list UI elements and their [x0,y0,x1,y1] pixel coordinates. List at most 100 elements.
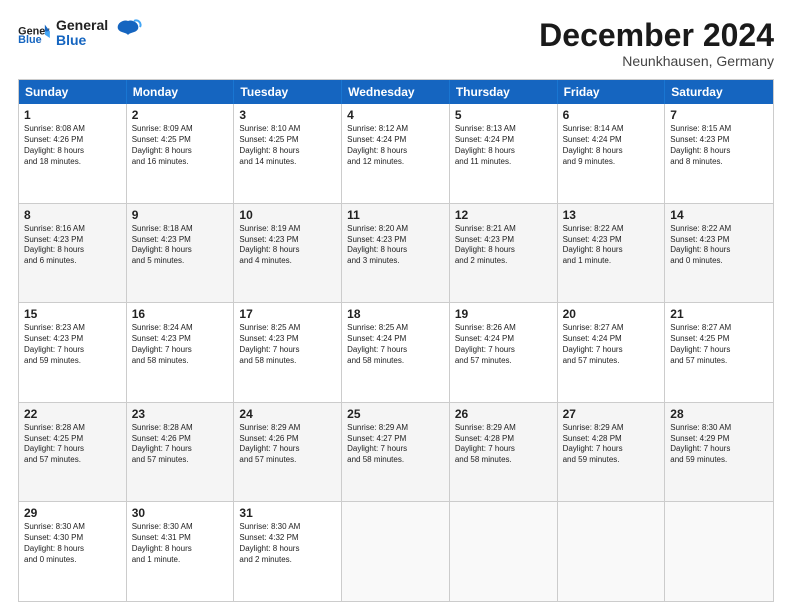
day-29: 29 Sunrise: 8:30 AMSunset: 4:30 PMDaylig… [19,502,127,601]
week-4: 22 Sunrise: 8:28 AMSunset: 4:25 PMDaylig… [19,402,773,502]
day-17: 17 Sunrise: 8:25 AMSunset: 4:23 PMDaylig… [234,303,342,402]
day-info: Sunrise: 8:29 AMSunset: 4:26 PMDaylight:… [239,423,336,466]
day-number: 20 [563,307,660,321]
day-info: Sunrise: 8:08 AMSunset: 4:26 PMDaylight:… [24,124,121,167]
calendar-body: 1 Sunrise: 8:08 AMSunset: 4:26 PMDayligh… [19,104,773,601]
day-number: 11 [347,208,444,222]
week-2: 8 Sunrise: 8:16 AMSunset: 4:23 PMDayligh… [19,203,773,303]
header-friday: Friday [558,80,666,104]
logo-bird-icon [114,17,142,45]
day-24: 24 Sunrise: 8:29 AMSunset: 4:26 PMDaylig… [234,403,342,502]
day-number: 25 [347,407,444,421]
day-number: 5 [455,108,552,122]
day-11: 11 Sunrise: 8:20 AMSunset: 4:23 PMDaylig… [342,204,450,303]
day-13: 13 Sunrise: 8:22 AMSunset: 4:23 PMDaylig… [558,204,666,303]
day-info: Sunrise: 8:30 AMSunset: 4:29 PMDaylight:… [670,423,768,466]
day-27: 27 Sunrise: 8:29 AMSunset: 4:28 PMDaylig… [558,403,666,502]
day-info: Sunrise: 8:28 AMSunset: 4:25 PMDaylight:… [24,423,121,466]
day-info: Sunrise: 8:29 AMSunset: 4:28 PMDaylight:… [563,423,660,466]
header-monday: Monday [127,80,235,104]
day-info: Sunrise: 8:25 AMSunset: 4:24 PMDaylight:… [347,323,444,366]
day-number: 23 [132,407,229,421]
day-number: 3 [239,108,336,122]
day-number: 21 [670,307,768,321]
svg-text:Blue: Blue [18,34,41,43]
calendar-header: Sunday Monday Tuesday Wednesday Thursday… [19,80,773,104]
day-3: 3 Sunrise: 8:10 AMSunset: 4:25 PMDayligh… [234,104,342,203]
day-31: 31 Sunrise: 8:30 AMSunset: 4:32 PMDaylig… [234,502,342,601]
day-20: 20 Sunrise: 8:27 AMSunset: 4:24 PMDaylig… [558,303,666,402]
day-info: Sunrise: 8:10 AMSunset: 4:25 PMDaylight:… [239,124,336,167]
day-4: 4 Sunrise: 8:12 AMSunset: 4:24 PMDayligh… [342,104,450,203]
month-title: December 2024 [539,18,774,53]
day-7: 7 Sunrise: 8:15 AMSunset: 4:23 PMDayligh… [665,104,773,203]
day-info: Sunrise: 8:21 AMSunset: 4:23 PMDaylight:… [455,224,552,267]
empty-cell [558,502,666,601]
day-26: 26 Sunrise: 8:29 AMSunset: 4:28 PMDaylig… [450,403,558,502]
day-number: 28 [670,407,768,421]
day-number: 19 [455,307,552,321]
day-info: Sunrise: 8:27 AMSunset: 4:25 PMDaylight:… [670,323,768,366]
day-9: 9 Sunrise: 8:18 AMSunset: 4:23 PMDayligh… [127,204,235,303]
day-number: 4 [347,108,444,122]
day-number: 29 [24,506,121,520]
day-2: 2 Sunrise: 8:09 AMSunset: 4:25 PMDayligh… [127,104,235,203]
title-block: December 2024 Neunkhausen, Germany [539,18,774,69]
day-info: Sunrise: 8:30 AMSunset: 4:32 PMDaylight:… [239,522,336,565]
header-thursday: Thursday [450,80,558,104]
day-14: 14 Sunrise: 8:22 AMSunset: 4:23 PMDaylig… [665,204,773,303]
day-number: 30 [132,506,229,520]
header-wednesday: Wednesday [342,80,450,104]
header: General Blue General Blue December 2024 … [18,18,774,69]
day-info: Sunrise: 8:09 AMSunset: 4:25 PMDaylight:… [132,124,229,167]
day-19: 19 Sunrise: 8:26 AMSunset: 4:24 PMDaylig… [450,303,558,402]
day-number: 14 [670,208,768,222]
day-6: 6 Sunrise: 8:14 AMSunset: 4:24 PMDayligh… [558,104,666,203]
day-number: 27 [563,407,660,421]
day-number: 18 [347,307,444,321]
day-number: 6 [563,108,660,122]
day-number: 17 [239,307,336,321]
day-info: Sunrise: 8:27 AMSunset: 4:24 PMDaylight:… [563,323,660,366]
day-info: Sunrise: 8:29 AMSunset: 4:28 PMDaylight:… [455,423,552,466]
logo: General Blue General Blue [18,18,142,49]
day-info: Sunrise: 8:30 AMSunset: 4:31 PMDaylight:… [132,522,229,565]
day-info: Sunrise: 8:20 AMSunset: 4:23 PMDaylight:… [347,224,444,267]
day-info: Sunrise: 8:28 AMSunset: 4:26 PMDaylight:… [132,423,229,466]
day-23: 23 Sunrise: 8:28 AMSunset: 4:26 PMDaylig… [127,403,235,502]
day-info: Sunrise: 8:19 AMSunset: 4:23 PMDaylight:… [239,224,336,267]
day-number: 2 [132,108,229,122]
day-28: 28 Sunrise: 8:30 AMSunset: 4:29 PMDaylig… [665,403,773,502]
day-info: Sunrise: 8:13 AMSunset: 4:24 PMDaylight:… [455,124,552,167]
day-8: 8 Sunrise: 8:16 AMSunset: 4:23 PMDayligh… [19,204,127,303]
day-25: 25 Sunrise: 8:29 AMSunset: 4:27 PMDaylig… [342,403,450,502]
day-5: 5 Sunrise: 8:13 AMSunset: 4:24 PMDayligh… [450,104,558,203]
day-12: 12 Sunrise: 8:21 AMSunset: 4:23 PMDaylig… [450,204,558,303]
day-number: 9 [132,208,229,222]
location: Neunkhausen, Germany [539,53,774,69]
empty-cell [665,502,773,601]
logo-icon: General Blue [18,23,50,43]
calendar: Sunday Monday Tuesday Wednesday Thursday… [18,79,774,602]
day-30: 30 Sunrise: 8:30 AMSunset: 4:31 PMDaylig… [127,502,235,601]
day-10: 10 Sunrise: 8:19 AMSunset: 4:23 PMDaylig… [234,204,342,303]
logo-general: General [56,18,108,33]
day-info: Sunrise: 8:14 AMSunset: 4:24 PMDaylight:… [563,124,660,167]
day-number: 10 [239,208,336,222]
day-number: 22 [24,407,121,421]
header-saturday: Saturday [665,80,773,104]
day-18: 18 Sunrise: 8:25 AMSunset: 4:24 PMDaylig… [342,303,450,402]
day-info: Sunrise: 8:25 AMSunset: 4:23 PMDaylight:… [239,323,336,366]
day-number: 13 [563,208,660,222]
day-info: Sunrise: 8:30 AMSunset: 4:30 PMDaylight:… [24,522,121,565]
week-3: 15 Sunrise: 8:23 AMSunset: 4:23 PMDaylig… [19,302,773,402]
day-info: Sunrise: 8:26 AMSunset: 4:24 PMDaylight:… [455,323,552,366]
day-number: 1 [24,108,121,122]
day-15: 15 Sunrise: 8:23 AMSunset: 4:23 PMDaylig… [19,303,127,402]
day-info: Sunrise: 8:22 AMSunset: 4:23 PMDaylight:… [670,224,768,267]
day-info: Sunrise: 8:15 AMSunset: 4:23 PMDaylight:… [670,124,768,167]
header-sunday: Sunday [19,80,127,104]
page: General Blue General Blue December 2024 … [0,0,792,612]
logo-blue: Blue [56,33,108,48]
day-info: Sunrise: 8:12 AMSunset: 4:24 PMDaylight:… [347,124,444,167]
